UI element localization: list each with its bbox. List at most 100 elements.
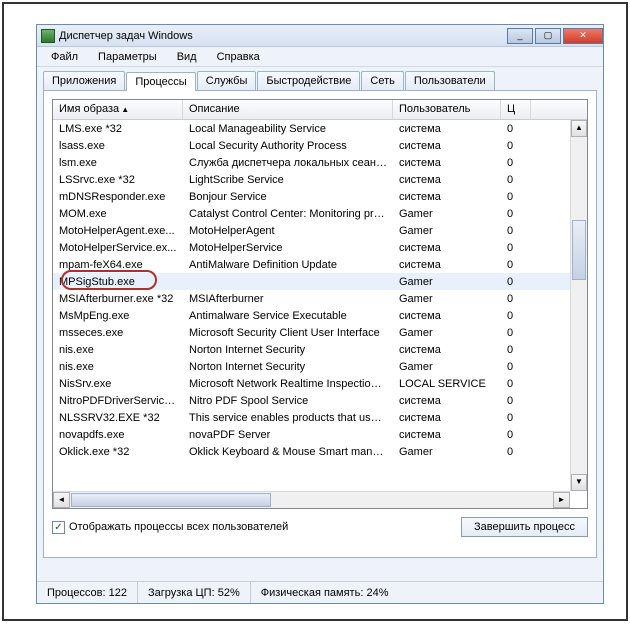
close-button[interactable]: ✕ bbox=[563, 28, 603, 44]
tab-5[interactable]: Пользователи bbox=[405, 71, 495, 90]
table-row[interactable]: MotoHelperService.ex...MotoHelperService… bbox=[53, 239, 587, 256]
titlebar[interactable]: Диспетчер задач Windows _ ▢ ✕ bbox=[37, 25, 603, 47]
table-row[interactable]: mDNSResponder.exeBonjour Serviceсистема0 bbox=[53, 188, 587, 205]
status-processes: Процессов: 122 bbox=[37, 582, 138, 603]
status-memory: Физическая память: 24% bbox=[251, 582, 603, 603]
cell-c: 0 bbox=[501, 428, 531, 442]
cell-user: система bbox=[393, 394, 501, 408]
table-row[interactable]: LSSrvc.exe *32LightScribe Serviceсистема… bbox=[53, 171, 587, 188]
menu-help[interactable]: Справка bbox=[209, 49, 268, 65]
cell-c: 0 bbox=[501, 275, 531, 289]
sort-asc-icon: ▲ bbox=[121, 105, 129, 114]
menu-view[interactable]: Вид bbox=[169, 49, 205, 65]
cell-name: mDNSResponder.exe bbox=[53, 190, 183, 204]
cell-desc: novaPDF Server bbox=[183, 428, 393, 442]
table-row[interactable]: mpam-feX64.exeAntiMalware Definition Upd… bbox=[53, 256, 587, 273]
cell-name: NLSSRV32.EXE *32 bbox=[53, 411, 183, 425]
cell-desc: MotoHelperAgent bbox=[183, 224, 393, 238]
minimize-button[interactable]: _ bbox=[507, 28, 533, 44]
cell-name: lsm.exe bbox=[53, 156, 183, 170]
cell-c: 0 bbox=[501, 173, 531, 187]
table-row[interactable]: LMS.exe *32Local Manageability Serviceси… bbox=[53, 120, 587, 137]
menu-file[interactable]: Файл bbox=[43, 49, 86, 65]
table-row[interactable]: MsMpEng.exeAntimalware Service Executabl… bbox=[53, 307, 587, 324]
table-row[interactable]: NitroPDFDriverService...Nitro PDF Spool … bbox=[53, 392, 587, 409]
cell-c: 0 bbox=[501, 445, 531, 459]
cell-c: 0 bbox=[501, 258, 531, 272]
cell-name: LMS.exe *32 bbox=[53, 122, 183, 136]
table-row[interactable]: nis.exeNorton Internet SecurityGamer0 bbox=[53, 358, 587, 375]
table-row[interactable]: NLSSRV32.EXE *32This service enables pro… bbox=[53, 409, 587, 426]
table-row[interactable]: MotoHelperAgent.exe...MotoHelperAgentGam… bbox=[53, 222, 587, 239]
scroll-left-button[interactable]: ◄ bbox=[53, 492, 70, 508]
cell-c: 0 bbox=[501, 207, 531, 221]
cell-desc: MSIAfterburner bbox=[183, 292, 393, 306]
cell-name: msseces.exe bbox=[53, 326, 183, 340]
cell-name: nis.exe bbox=[53, 360, 183, 374]
tab-2[interactable]: Службы bbox=[197, 71, 257, 90]
cell-desc: Служба диспетчера локальных сеансов bbox=[183, 156, 393, 170]
cell-user: Gamer bbox=[393, 275, 501, 289]
cell-name: MotoHelperAgent.exe... bbox=[53, 224, 183, 238]
status-bar: Процессов: 122 Загрузка ЦП: 52% Физическ… bbox=[37, 581, 603, 603]
cell-desc: Nitro PDF Spool Service bbox=[183, 394, 393, 408]
maximize-button[interactable]: ▢ bbox=[535, 28, 561, 44]
scroll-thumb-h[interactable] bbox=[71, 493, 271, 507]
scroll-right-button[interactable]: ► bbox=[553, 492, 570, 508]
cell-c: 0 bbox=[501, 377, 531, 391]
menu-options[interactable]: Параметры bbox=[90, 49, 165, 65]
table-row[interactable]: MOM.exeCatalyst Control Center: Monitori… bbox=[53, 205, 587, 222]
tab-0[interactable]: Приложения bbox=[43, 71, 125, 90]
scroll-thumb-v[interactable] bbox=[572, 220, 586, 280]
cell-user: Gamer bbox=[393, 326, 501, 340]
cell-user: Gamer bbox=[393, 445, 501, 459]
process-list[interactable]: Имя образа▲ Описание Пользователь Ц LMS.… bbox=[52, 99, 588, 509]
table-row[interactable]: NisSrv.exeMicrosoft Network Realtime Ins… bbox=[53, 375, 587, 392]
cell-desc: AntiMalware Definition Update bbox=[183, 258, 393, 272]
table-row[interactable]: Oklick.exe *32Oklick Keyboard & Mouse Sm… bbox=[53, 443, 587, 460]
end-process-button[interactable]: Завершить процесс bbox=[461, 517, 588, 537]
cell-user: Gamer bbox=[393, 207, 501, 221]
cell-user: Gamer bbox=[393, 360, 501, 374]
scroll-up-button[interactable]: ▲ bbox=[571, 120, 587, 137]
tab-1[interactable]: Процессы bbox=[126, 72, 195, 91]
cell-c: 0 bbox=[501, 360, 531, 374]
cell-user: Gamer bbox=[393, 224, 501, 238]
cell-name: MPSigStub.exe bbox=[53, 275, 183, 289]
cell-c: 0 bbox=[501, 292, 531, 306]
table-row[interactable]: msseces.exeMicrosoft Security Client Use… bbox=[53, 324, 587, 341]
vertical-scrollbar[interactable]: ▲ ▼ bbox=[570, 120, 587, 491]
cell-desc: Antimalware Service Executable bbox=[183, 309, 393, 323]
col-description[interactable]: Описание bbox=[183, 100, 393, 119]
tab-4[interactable]: Сеть bbox=[361, 71, 403, 90]
cell-desc bbox=[183, 281, 393, 283]
task-manager-window: Диспетчер задач Windows _ ▢ ✕ Файл Парам… bbox=[36, 24, 604, 604]
cell-user: система bbox=[393, 139, 501, 153]
horizontal-scrollbar[interactable]: ◄ ► bbox=[53, 491, 570, 508]
table-row[interactable]: MSIAfterburner.exe *32MSIAfterburnerGame… bbox=[53, 290, 587, 307]
table-row[interactable]: lsass.exeLocal Security Authority Proces… bbox=[53, 137, 587, 154]
cell-c: 0 bbox=[501, 343, 531, 357]
tab-3[interactable]: Быстродействие bbox=[257, 71, 360, 90]
app-icon bbox=[41, 29, 55, 43]
cell-desc: Microsoft Network Realtime Inspection S.… bbox=[183, 377, 393, 391]
cell-desc: Catalyst Control Center: Monitoring prog… bbox=[183, 207, 393, 221]
table-row[interactable]: nis.exeNorton Internet Securityсистема0 bbox=[53, 341, 587, 358]
scroll-down-button[interactable]: ▼ bbox=[571, 474, 587, 491]
col-user[interactable]: Пользователь bbox=[393, 100, 501, 119]
menubar: Файл Параметры Вид Справка bbox=[37, 47, 603, 67]
cell-name: novapdfs.exe bbox=[53, 428, 183, 442]
cell-user: система bbox=[393, 122, 501, 136]
table-row[interactable]: MPSigStub.exe Gamer0 bbox=[53, 273, 587, 290]
table-row[interactable]: novapdfs.exenovaPDF Serverсистема0 bbox=[53, 426, 587, 443]
col-cpu[interactable]: Ц bbox=[501, 100, 531, 119]
processes-pane: Имя образа▲ Описание Пользователь Ц LMS.… bbox=[43, 90, 597, 558]
cell-user: система bbox=[393, 241, 501, 255]
show-all-users-checkbox[interactable]: ✓ bbox=[52, 521, 65, 534]
cell-c: 0 bbox=[501, 394, 531, 408]
col-image-name[interactable]: Имя образа▲ bbox=[53, 100, 183, 119]
cell-c: 0 bbox=[501, 309, 531, 323]
window-title: Диспетчер задач Windows bbox=[59, 30, 505, 42]
table-row[interactable]: lsm.exeСлужба диспетчера локальных сеанс… bbox=[53, 154, 587, 171]
cell-desc: LightScribe Service bbox=[183, 173, 393, 187]
